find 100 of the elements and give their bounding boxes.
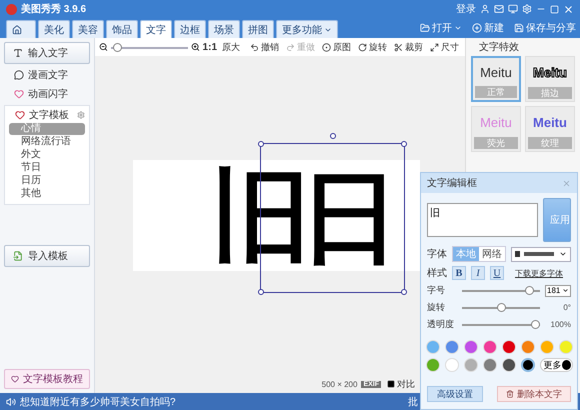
original-size-button[interactable]: 原大 <box>220 40 242 54</box>
template-category[interactable]: 外文 <box>9 149 85 161</box>
login-link[interactable]: 登录 <box>456 2 476 16</box>
color-swatch[interactable] <box>502 340 516 354</box>
status-text: 批 <box>408 396 418 408</box>
color-swatch[interactable] <box>426 358 440 372</box>
dialog-title: 文字编辑框 <box>427 176 477 190</box>
text-input[interactable]: 旧 <box>427 203 538 237</box>
effect-tile[interactable]: Meitu 纹理 <box>525 106 575 152</box>
tab[interactable]: 更多功能 <box>276 20 338 38</box>
font-dropdown[interactable] <box>511 246 571 262</box>
resize-handle[interactable] <box>258 289 264 295</box>
effect-label: 描边 <box>528 87 572 99</box>
more-colors-button[interactable]: 更多 <box>540 358 572 372</box>
field-label: 透明度 <box>427 318 455 331</box>
tab[interactable]: 文字 <box>140 20 172 38</box>
color-swatch[interactable] <box>520 340 534 354</box>
effect-sample: Meitu <box>532 114 568 132</box>
text-icon <box>13 48 23 58</box>
rotate-icon <box>358 42 367 52</box>
color-swatch[interactable] <box>502 358 516 372</box>
toolbar-button[interactable]: 尺寸 <box>428 40 461 54</box>
field-label: 字号 <box>427 284 446 297</box>
slider-thumb[interactable] <box>531 320 540 329</box>
resize-handle[interactable] <box>258 141 264 147</box>
color-swatch[interactable] <box>482 358 496 372</box>
slider-value: 0° <box>562 303 571 312</box>
toolbar-button[interactable]: 原图 <box>320 40 353 54</box>
toolbar-button[interactable]: 打开 <box>416 21 466 35</box>
plus-icon <box>472 23 482 33</box>
zoom-out-icon[interactable] <box>99 42 108 52</box>
tab[interactable]: 边框 <box>174 20 206 38</box>
slider-thumb[interactable] <box>525 286 534 295</box>
save-icon <box>514 23 524 33</box>
slider-thumb[interactable] <box>496 303 506 312</box>
tab[interactable] <box>6 20 36 38</box>
scissors-icon <box>394 42 403 52</box>
section-title: 文字特效 <box>478 40 520 54</box>
color-swatch[interactable] <box>426 340 440 354</box>
app-logo-icon <box>6 4 17 14</box>
color-swatch[interactable] <box>482 340 496 354</box>
font-preview-icon <box>515 250 555 258</box>
compare-icon <box>387 380 395 388</box>
news-link[interactable]: 想知道附近有多少帅哥美女自拍吗? <box>20 394 176 408</box>
tab[interactable]: 美化 <box>38 20 70 38</box>
style-button[interactable]: I <box>471 266 485 280</box>
color-swatch[interactable] <box>444 358 458 372</box>
field-label: 旋转 <box>427 301 446 314</box>
style-button[interactable]: U <box>490 266 504 280</box>
tab[interactable]: 拼图 <box>242 20 274 38</box>
toolbar-button[interactable]: 裁剪 <box>392 40 425 54</box>
color-swatch[interactable] <box>444 340 458 354</box>
input-text-button[interactable]: 输入文字 <box>4 42 90 64</box>
toolbar-button[interactable]: 新建 <box>468 21 508 35</box>
tab[interactable]: 场景 <box>208 20 240 38</box>
resize-icon <box>430 42 439 52</box>
download-fonts-link[interactable]: 下载更多字体 <box>515 268 563 278</box>
resize-handle[interactable] <box>401 289 407 295</box>
home-icon <box>12 24 22 34</box>
template-category[interactable]: 网络流行语 <box>9 136 85 148</box>
advanced-settings-button[interactable]: 高级设置 <box>427 386 483 402</box>
effect-sample: Meitu <box>479 64 513 82</box>
image-dimensions: 500 × 200 <box>322 380 358 388</box>
toolbar-button[interactable]: 保存与分享 <box>510 21 580 35</box>
color-swatch[interactable] <box>464 340 478 354</box>
toolbar-button[interactable]: 撤销 <box>248 40 281 54</box>
sidebar-item[interactable]: 漫画文字 <box>4 67 90 83</box>
resize-handle[interactable] <box>401 141 407 147</box>
tab[interactable]: 美容 <box>72 20 104 38</box>
slider-thumb[interactable] <box>112 42 122 52</box>
settings-icon <box>522 4 532 14</box>
template-category[interactable]: 节日 <box>9 162 85 174</box>
monitor-icon <box>508 4 518 14</box>
zoom-in-icon[interactable] <box>190 42 200 52</box>
mail-icon <box>494 4 504 14</box>
color-swatch[interactable] <box>540 340 554 354</box>
close-icon[interactable] <box>563 4 574 14</box>
sidebar-item[interactable]: 动画闪字 <box>4 86 90 102</box>
effect-tile[interactable]: Meitu 正常 <box>471 56 521 102</box>
section-title: 文字模板 <box>29 108 69 122</box>
rotate-handle[interactable] <box>330 133 336 139</box>
template-category[interactable]: 其他 <box>9 188 85 200</box>
color-swatch[interactable] <box>464 358 478 372</box>
tab[interactable]: 饰品 <box>106 20 138 38</box>
template-category[interactable]: 日历 <box>9 175 85 187</box>
delete-text-button[interactable]: 删除本文字 <box>497 386 571 402</box>
tutorial-button[interactable]: 文字模板教程 <box>4 369 90 389</box>
color-swatch[interactable] <box>520 358 534 372</box>
actual-size-button[interactable]: 1:1 <box>202 42 217 52</box>
color-swatch[interactable] <box>558 340 572 354</box>
size-dropdown[interactable]: 181 <box>545 284 571 296</box>
import-template-button[interactable]: 导入模板 <box>4 245 90 267</box>
effect-sample: Meitu <box>479 114 513 132</box>
style-button[interactable]: B <box>452 266 466 280</box>
toolbar-button[interactable]: 旋转 <box>356 40 389 54</box>
close-icon[interactable] <box>562 178 571 188</box>
maximize-icon[interactable] <box>550 4 559 14</box>
window-title: 美图秀秀 3.9.6 <box>21 2 86 16</box>
compare-button[interactable]: 对比 <box>385 378 417 390</box>
trash-icon <box>506 390 514 398</box>
